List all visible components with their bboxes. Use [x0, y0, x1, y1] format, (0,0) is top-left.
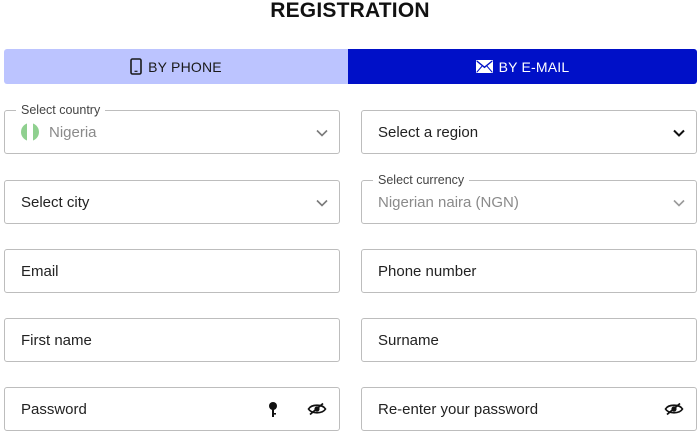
- currency-select[interactable]: Select currency Nigerian naira (NGN): [361, 172, 697, 224]
- password-confirm-placeholder: Re-enter your password: [378, 401, 539, 418]
- tab-by-phone-label: BY PHONE: [148, 58, 222, 75]
- phone-number-field[interactable]: Phone number: [361, 249, 697, 293]
- key-icon[interactable]: [267, 401, 279, 419]
- password-field[interactable]: Password: [4, 387, 340, 431]
- email-field[interactable]: Email: [4, 249, 340, 293]
- country-select[interactable]: Select country Nigeria: [4, 102, 340, 154]
- tab-by-phone[interactable]: BY PHONE: [4, 49, 348, 84]
- tab-by-email-label: BY E-MAIL: [498, 58, 570, 75]
- city-placeholder: Select city: [21, 194, 90, 211]
- first-name-field[interactable]: First name: [4, 318, 340, 362]
- region-placeholder: Select a region: [378, 124, 479, 141]
- first-name-placeholder: First name: [21, 332, 92, 349]
- country-value: Nigeria: [49, 124, 97, 141]
- chevron-down-icon: [673, 199, 685, 207]
- chevron-down-icon: [316, 129, 328, 137]
- chevron-down-icon: [673, 129, 685, 137]
- registration-method-tabs: BY PHONE BY E-MAIL: [4, 49, 697, 84]
- tab-by-email[interactable]: BY E-MAIL: [348, 49, 697, 84]
- surname-field[interactable]: Surname: [361, 318, 697, 362]
- envelope-icon: [475, 60, 493, 73]
- surname-placeholder: Surname: [378, 332, 439, 349]
- eye-slash-icon[interactable]: [664, 402, 684, 416]
- eye-slash-icon[interactable]: [307, 402, 327, 416]
- nigeria-flag-icon: [21, 123, 39, 141]
- page-title: REGISTRATION: [270, 0, 430, 22]
- region-select[interactable]: Select a region: [361, 110, 697, 154]
- smartphone-icon: [130, 58, 142, 75]
- password-placeholder: Password: [21, 401, 87, 418]
- registration-page: REGISTRATION BY PHONE BY E-MAIL Select c…: [0, 0, 700, 432]
- currency-label: Select currency: [373, 172, 470, 188]
- phone-number-placeholder: Phone number: [378, 263, 477, 280]
- currency-value: Nigerian naira (NGN): [378, 194, 519, 211]
- country-label: Select country: [16, 102, 106, 118]
- password-confirm-field[interactable]: Re-enter your password: [361, 387, 697, 431]
- city-select[interactable]: Select city: [4, 180, 340, 224]
- email-placeholder: Email: [21, 263, 59, 280]
- chevron-down-icon: [316, 199, 328, 207]
